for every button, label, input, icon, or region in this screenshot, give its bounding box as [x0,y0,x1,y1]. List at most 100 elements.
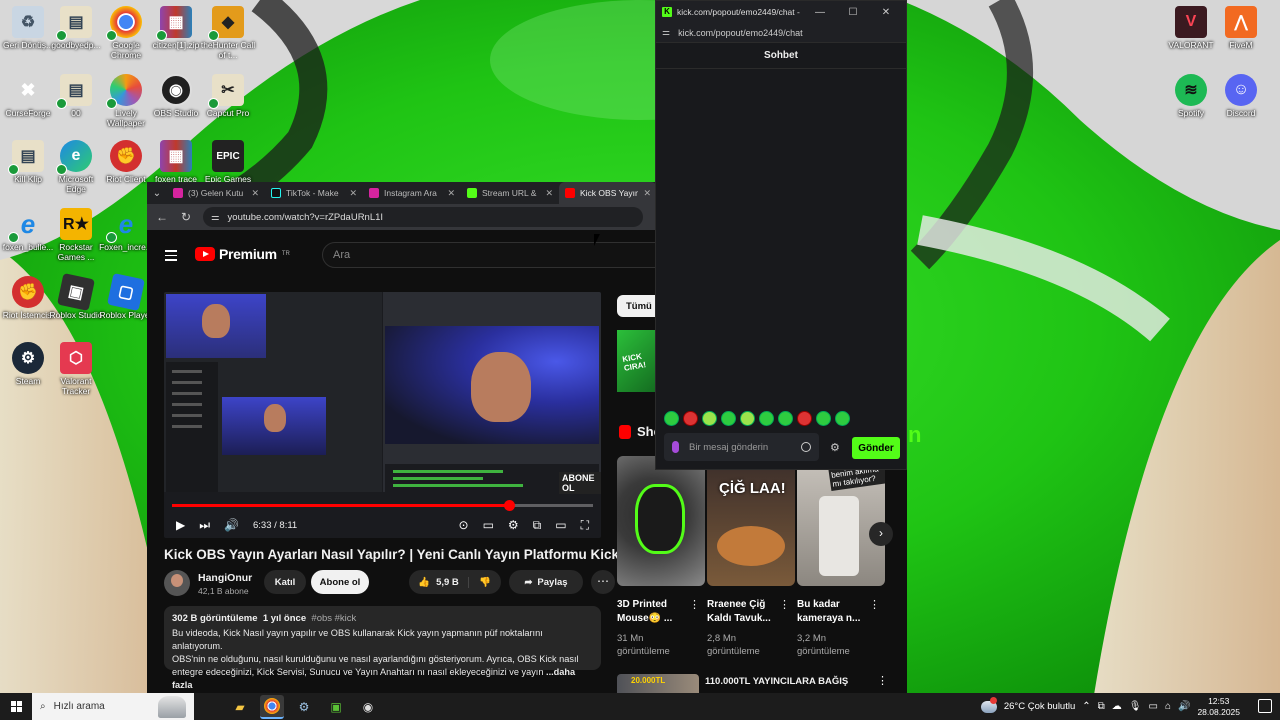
mic-tray-icon[interactable]: 🎙 [1129,701,1142,712]
chat-settings-gear-icon[interactable]: ⚙ [830,441,840,454]
tab-search-icon[interactable]: ⌄ [147,188,167,199]
desktop-icon-google-chrome[interactable]: Google Chrome [98,6,154,60]
weather-text[interactable]: 26°C Çok bulutlu [1004,701,1075,712]
minecraft-icon[interactable]: ▣ [324,695,348,719]
related-video-thumbnail[interactable]: 20.000TL [617,674,699,693]
steam-taskbar-icon[interactable]: ⚙ [292,695,316,719]
avatar[interactable] [164,570,190,596]
desktop-icon-discord[interactable]: ☺ Discord [1213,74,1269,118]
cloud-icon[interactable]: ☁ [1112,701,1122,712]
tab-stream-url[interactable]: Stream URL & ✕ [461,182,559,204]
close-icon[interactable]: ✕ [349,188,357,199]
site-info-icon[interactable]: ⚌ [662,27,670,38]
more-actions-icon[interactable]: ⋯ [591,570,615,594]
desktop-icon-valorant[interactable]: V VALORANT [1163,6,1219,50]
emote-icon[interactable] [816,411,831,426]
tab-kick-obs[interactable]: Kick OBS Yayın ✕ [559,182,657,204]
emote-icon[interactable] [759,411,774,426]
emote-icon[interactable] [664,411,679,426]
display-icon[interactable]: ▭ [1149,701,1158,712]
search-input[interactable]: Ara [322,242,662,268]
tab-tiktok[interactable]: TikTok - Make ✕ [265,182,363,204]
start-button[interactable] [0,693,32,720]
video-progress-knob[interactable] [503,500,515,511]
obs-taskbar-icon[interactable]: ◉ [356,695,380,719]
like-button[interactable]: 👍 5,9 B [409,576,469,588]
emoji-icon[interactable] [801,442,811,452]
chat-messages[interactable] [656,69,906,409]
video-player[interactable]: ABONE OL ▶ ⏭ 🔊 6:33 / 8:11 ⊙ ▭ ⚙ ⧉ ▭ ⛶ [164,292,601,538]
chat-message-input[interactable]: Bir mesaj gönderin [664,433,819,461]
reload-icon[interactable]: ↻ [179,210,193,224]
desktop-icon-rockstar-games[interactable]: R★ Rockstar Games ... [48,208,104,262]
chevron-up-icon[interactable]: ⌃ [1082,701,1090,712]
desktop-icon-goodbyedp[interactable]: ▤ goodbyedp... [48,6,104,50]
more-vert-icon[interactable]: ⋮ [877,674,888,687]
desktop-icon-spotify[interactable]: ≋ Spotify [1163,74,1219,118]
short-menu-icon[interactable]: ⋮ [869,598,880,611]
close-icon[interactable]: ✕ [643,188,651,199]
desktop-icon-lively-wallpaper[interactable]: Lively Wallpaper [98,74,154,128]
short-thumbnail[interactable]: ÇİĞ LAA! [707,456,795,586]
desktop-icon-roblox-studio[interactable]: ▣ Roblox Studio [48,273,104,320]
emote-icon[interactable] [797,411,812,426]
join-button[interactable]: Katıl [264,570,306,594]
volume-tray-icon[interactable]: 🔊 [1178,701,1190,712]
youtube-logo[interactable]: Premium TR [195,246,290,262]
maximize-icon[interactable]: ☐ [839,7,867,18]
short-thumbnail[interactable]: bu bir tek benim aklıma mı takılıyor? [797,456,885,586]
subtitles-icon[interactable]: ▭ [483,518,494,532]
autoplay-toggle-icon[interactable]: ⊙ [459,518,469,532]
short-title[interactable]: Bu kadar kameraya n... [797,598,877,626]
desktop-icon-thehunter[interactable]: ◆ theHunter Call of t... [200,6,256,60]
desktop-icon-citizen-zip[interactable]: ▦ citizen[1].zip [148,6,204,50]
clock[interactable]: 12:53 28.08.2025 [1197,696,1240,718]
short-menu-icon[interactable]: ⋮ [689,598,700,611]
desktop-icon-epic-games[interactable]: EPIC Epic Games [200,140,256,184]
miniplayer-icon[interactable]: ⧉ [533,518,542,533]
network-icon[interactable]: ⌂ [1165,701,1171,712]
desktop-icon-foxen-incre[interactable]: e Foxen_incre... [98,208,154,253]
emote-icon[interactable] [702,411,717,426]
copilot-icon[interactable]: ⧉ [1098,701,1105,712]
send-button[interactable]: Gönder [852,437,900,459]
fullscreen-icon[interactable]: ⛶ [581,518,589,533]
settings-gear-icon[interactable]: ⚙ [508,518,519,532]
short-title[interactable]: 3D Printed Mouse😳 ... [617,598,697,626]
file-explorer-icon[interactable]: ▰ [228,695,252,719]
desktop-icon-foxen-trace[interactable]: ▦ foxen trace [148,140,204,184]
desktop-icon-valorant-tracker[interactable]: ⬡ Valorant Tracker [48,342,104,396]
short-title[interactable]: Rraenee Çiğ Kaldı Tavuk... [707,598,787,626]
kick-url-bar[interactable]: ⚌ kick.com/popout/emo2449/chat [656,23,906,43]
related-video-row[interactable]: 20.000TL 110.000TL YAYINCILARA BAĞIŞ ⋮ [617,674,888,693]
play-icon[interactable]: ▶ [176,518,185,532]
close-icon[interactable]: ✕ [872,7,900,18]
description-box[interactable]: 302 B görüntüleme 1 yıl önce #obs #kick … [164,606,601,690]
subscribe-button[interactable]: Abone ol [311,570,369,594]
weather-icon[interactable] [980,696,997,713]
desktop-icon-riot-client[interactable]: ✊ Riot Client [98,140,154,184]
short-menu-icon[interactable]: ⋮ [779,598,790,611]
desktop-icon-obs-studio[interactable]: ◉ OBS Studio [148,74,204,118]
next-icon[interactable]: ⏭ [199,518,210,533]
menu-icon[interactable] [165,250,177,264]
close-icon[interactable]: ✕ [447,188,455,199]
site-info-icon[interactable]: ⚌ [211,212,220,223]
desktop-icon-00[interactable]: ▤ 00 [48,74,104,118]
emote-icon[interactable] [740,411,755,426]
back-arrow-icon[interactable]: ← [155,210,169,224]
desktop-icon-capcut-pro[interactable]: ✂ Capcut Pro [200,74,256,118]
theater-mode-icon[interactable]: ▭ [555,518,566,532]
short-thumbnail[interactable] [617,456,705,586]
minimize-icon[interactable]: — [806,7,834,18]
share-button[interactable]: ➦ Paylaş [509,570,583,594]
chrome-taskbar-icon[interactable] [260,694,284,719]
video-progress-bar[interactable] [172,500,593,511]
emote-icon[interactable] [835,411,850,426]
notification-icon[interactable] [1258,699,1272,713]
desktop-icon-roblox-player[interactable]: ▢ Roblox Player [98,273,154,320]
tab-gelen-kutu[interactable]: (3) Gelen Kutu ✕ [167,182,265,204]
taskbar-search[interactable]: ⌕ Hızlı arama [32,693,194,720]
desktop-icon-microsoft-edge[interactable]: e Microsoft Edge [48,140,104,194]
address-bar[interactable]: ⚌ youtube.com/watch?v=rZPdaURnL1I [203,207,643,227]
